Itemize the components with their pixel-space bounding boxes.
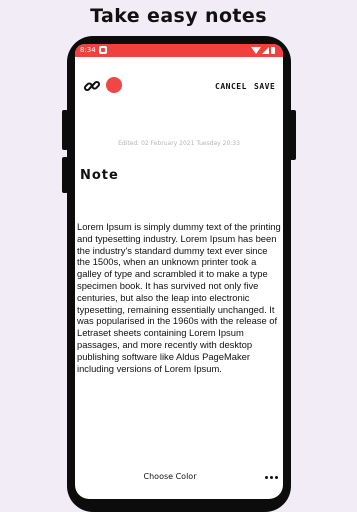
phone-side-button bbox=[62, 110, 68, 150]
note-title-field[interactable]: Note bbox=[80, 168, 119, 183]
status-time: 8:34 bbox=[80, 46, 96, 54]
note-body-field[interactable]: Lorem Ipsum is simply dummy text of the … bbox=[77, 221, 281, 374]
note-color-indicator[interactable] bbox=[106, 77, 122, 93]
signal-icon bbox=[262, 47, 269, 54]
app-screen: 8:34 CANCEL SAVE Edited: 02 February 202… bbox=[75, 44, 283, 499]
status-icons bbox=[251, 45, 279, 55]
save-button[interactable]: SAVE bbox=[254, 82, 275, 91]
choose-color-button[interactable]: Choose Color bbox=[75, 472, 265, 481]
phone-side-button bbox=[62, 157, 68, 193]
wifi-icon bbox=[251, 47, 261, 54]
promo-headline: Take easy notes bbox=[90, 5, 267, 27]
link-icon[interactable] bbox=[83, 77, 101, 95]
phone-side-button bbox=[290, 110, 296, 160]
edited-timestamp: Edited: 02 February 2021 Tuesday 20:33 bbox=[118, 140, 240, 147]
status-bar: 8:34 bbox=[75, 44, 283, 57]
app-notification-icon bbox=[99, 46, 107, 54]
cancel-button[interactable]: CANCEL bbox=[215, 82, 247, 91]
note-toolbar: CANCEL SAVE bbox=[75, 72, 283, 102]
battery-icon bbox=[271, 47, 275, 54]
more-options-icon[interactable] bbox=[265, 476, 279, 480]
